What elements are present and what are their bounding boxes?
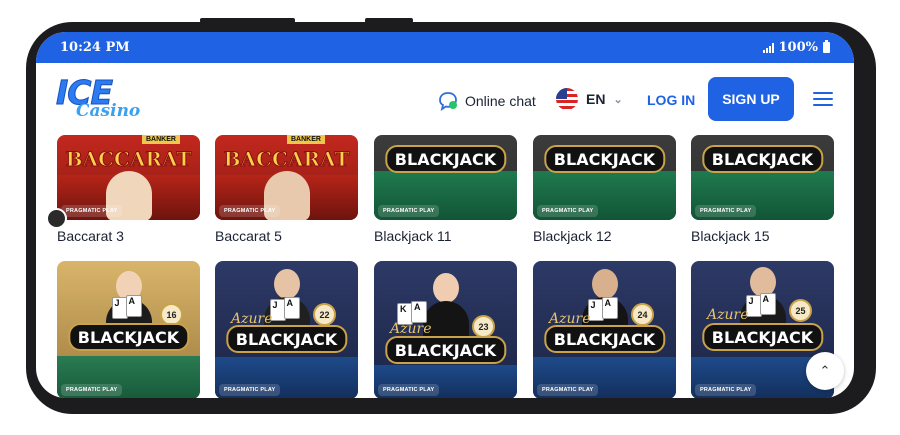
cards-art: JA	[587, 297, 622, 323]
status-time: 10:24 PM	[60, 40, 130, 55]
battery-percent: 100%	[778, 40, 819, 55]
provider-badge: PRAGMATIC PLAY	[695, 384, 757, 396]
provider-badge: PRAGMATIC PLAY	[537, 205, 599, 217]
chevron-down-icon: ⌄	[613, 93, 623, 106]
phone-power-button	[365, 18, 413, 23]
phone-screen: 10:24 PM 100% ICE Casino Online chat EN …	[36, 32, 854, 398]
dealer-head-art	[591, 269, 618, 299]
game-logo-text: BLACKJACK	[701, 323, 824, 351]
chat-bubble-icon	[439, 92, 457, 111]
scroll-to-top-button[interactable]: ⌃	[806, 352, 844, 390]
provider-badge: PRAGMATIC PLAY	[219, 384, 281, 396]
signal-icon	[762, 42, 774, 53]
provider-badge: PRAGMATIC PLAY	[219, 205, 281, 217]
game-thumbnail[interactable]: BLACKJACK PRAGMATIC PLAY	[533, 135, 676, 220]
dealer-head-art	[432, 273, 459, 303]
game-title[interactable]: Blackjack 12	[533, 228, 612, 244]
game-thumbnail[interactable]: BLACKJACK PRAGMATIC PLAY	[374, 135, 517, 220]
azure-label: Azure	[390, 321, 432, 337]
ice-casino-logo[interactable]: ICE Casino	[55, 73, 146, 129]
game-thumbnail[interactable]: BANKER BACCARAT PRAGMATIC PLAY	[57, 135, 200, 220]
game-logo-text: BACCARAT	[223, 147, 350, 172]
camera-dot-icon	[46, 208, 67, 229]
table-number-badge: 22	[313, 303, 336, 326]
game-thumbnail[interactable]: JA Azure 22 BLACKJACK PRAGMATIC PLAY	[215, 261, 358, 398]
chevron-up-icon: ⌃	[819, 363, 831, 378]
signup-button[interactable]: SIGN UP	[708, 77, 794, 121]
cards-art: JA	[269, 297, 304, 323]
hamburger-icon[interactable]	[813, 92, 833, 106]
provider-badge: PRAGMATIC PLAY	[695, 205, 757, 217]
dealer-head-art	[273, 269, 300, 299]
table-number-badge: 25	[789, 299, 812, 322]
game-thumbnail[interactable]: BANKER BACCARAT PRAGMATIC PLAY	[215, 135, 358, 220]
game-logo-text: BLACKJACK	[225, 325, 348, 353]
game-thumbnail[interactable]: BLACKJACK PRAGMATIC PLAY	[691, 135, 834, 220]
game-thumbnail[interactable]: KA Azure 23 BLACKJACK PRAGMATIC PLAY	[374, 261, 517, 398]
provider-badge: PRAGMATIC PLAY	[378, 384, 440, 396]
game-title[interactable]: Blackjack 11	[374, 228, 452, 244]
online-chat-label: Online chat	[465, 93, 536, 109]
status-bar: 10:24 PM 100%	[36, 32, 854, 63]
game-title[interactable]: Blackjack 15	[691, 228, 770, 244]
online-chat-link[interactable]: Online chat	[438, 91, 536, 111]
phone-volume-button	[200, 18, 295, 23]
game-logo-text: BLACKJACK	[384, 145, 507, 173]
logo-casino-text: Casino	[76, 101, 141, 121]
cards-art: JA	[111, 295, 146, 321]
game-logo-text: BACCARAT	[65, 147, 192, 172]
game-logo-text: BLACKJACK	[701, 145, 824, 173]
banker-tag: BANKER	[142, 135, 180, 144]
language-label: EN	[586, 91, 606, 107]
language-selector[interactable]: EN ⌄	[556, 88, 623, 110]
login-button[interactable]: LOG IN	[647, 92, 695, 108]
game-logo-text: BLACKJACK	[384, 336, 507, 364]
game-thumbnail[interactable]: JA Azure 24 BLACKJACK PRAGMATIC PLAY	[533, 261, 676, 398]
table-number-badge: 23	[472, 315, 495, 338]
us-flag-icon	[556, 88, 578, 110]
site-header: ICE Casino Online chat EN ⌄ LOG IN SIGN …	[36, 63, 854, 135]
provider-badge: PRAGMATIC PLAY	[61, 205, 123, 217]
game-title[interactable]: Baccarat 5	[215, 228, 282, 244]
table-number-badge: 24	[631, 303, 654, 326]
battery-icon	[823, 40, 830, 53]
banker-tag: BANKER	[287, 135, 325, 144]
azure-label: Azure	[707, 307, 749, 323]
game-logo-text: BLACKJACK	[543, 325, 666, 353]
game-thumbnail[interactable]: JA 16 BLACKJACK PRAGMATIC PLAY	[57, 261, 200, 398]
game-logo-text: BLACKJACK	[543, 145, 666, 173]
status-right: 100%	[762, 40, 830, 55]
cards-art: JA	[745, 293, 780, 319]
game-logo-text: BLACKJACK	[67, 323, 190, 351]
provider-badge: PRAGMATIC PLAY	[378, 205, 440, 217]
provider-badge: PRAGMATIC PLAY	[61, 384, 123, 396]
provider-badge: PRAGMATIC PLAY	[537, 384, 599, 396]
game-title[interactable]: Baccarat 3	[57, 228, 124, 244]
